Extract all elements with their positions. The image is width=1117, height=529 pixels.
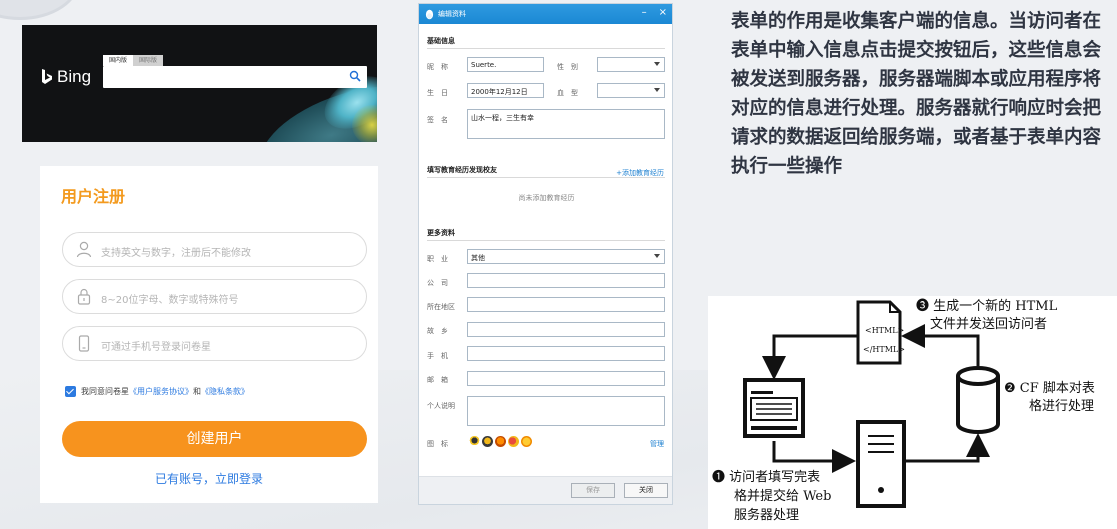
chevron-down-icon [654, 88, 660, 92]
nickname-label: 昵 称 [427, 63, 448, 71]
agree-checkbox[interactable] [65, 386, 76, 397]
username-field[interactable]: 支持英文与数字，注册后不能修改 [62, 232, 367, 267]
more-info-header: 更多资料 [427, 229, 455, 237]
tab-domestic[interactable]: 国内版 [103, 55, 134, 66]
form-processing-diagram: <HTML> </HTML> ❸ 生成一个新的 HTML 文件并发送回访问者 ❷… [708, 296, 1117, 529]
birthday-input[interactable]: 2000年12月12日 [467, 83, 544, 98]
gender-select[interactable] [597, 57, 665, 72]
birthday-label: 生 日 [427, 89, 448, 97]
game-emblem-icon[interactable] [508, 436, 519, 447]
signature-input[interactable]: 山水一程，三生有幸 [467, 109, 665, 139]
divider [427, 177, 665, 178]
bing-search-panel: Bing 国内版 国际版 [22, 25, 377, 142]
phone-icon [78, 335, 90, 352]
username-placeholder: 支持英文与数字，注册后不能修改 [101, 248, 251, 259]
lock-icon [77, 288, 91, 305]
phone-field[interactable]: 可通过手机号登录问卷星 [62, 326, 367, 361]
icons-label: 图 标 [427, 440, 448, 448]
terms-link[interactable]: 《用户服务协议》 [129, 386, 193, 397]
bing-logo-text: Bing [57, 67, 92, 86]
step1-label-line1: ❶ 访问者填写完表 [712, 470, 820, 485]
save-button[interactable]: 保存 [571, 483, 615, 498]
step2-label-line2: 格进行处理 [1029, 398, 1094, 414]
chevron-down-icon [654, 62, 660, 66]
penguin-emblem-icon[interactable] [469, 436, 480, 447]
bing-search-input[interactable] [103, 66, 367, 88]
job-label: 职 业 [427, 255, 448, 263]
minimize-button[interactable]: – [642, 7, 647, 18]
nickname-input[interactable]: Suerte. [467, 57, 544, 72]
login-link[interactable]: 已有账号，立即登录 [40, 470, 378, 487]
blood-type-select[interactable] [597, 83, 665, 98]
dialog-titlebar[interactable]: 编辑资料 – × [419, 4, 672, 24]
bio-label: 个人说明 [427, 402, 455, 410]
bing-logo[interactable]: Bing [40, 67, 91, 87]
form-description: 表单的作用是收集客户端的信息。当访问者在表单中输入信息点击提交按钮后，这些信息会… [731, 11, 1102, 177]
step3-label-line1: ❸ 生成一个新的 HTML [916, 298, 1058, 314]
step1-label-line3: 服务器处理 [734, 507, 799, 523]
basic-info-header: 基础信息 [427, 37, 455, 45]
chevron-down-icon [654, 254, 660, 258]
html-close-tag: </HTML> [863, 345, 905, 354]
password-placeholder: 8~20位字母、数字或特殊符号 [101, 295, 239, 306]
crown-emblem-icon[interactable] [482, 436, 493, 447]
emblem-list [469, 436, 532, 447]
tab-international[interactable]: 国际版 [133, 55, 164, 66]
browser-window-icon [743, 378, 805, 438]
job-select[interactable]: 其他 [467, 249, 665, 264]
user-icon [76, 241, 92, 258]
database-icon [956, 366, 1000, 434]
email-input[interactable] [467, 371, 665, 386]
agreement-row: 我同意问卷星 《用户服务协议》 和 《隐私条款》 [65, 386, 249, 397]
close-icon[interactable]: × [659, 7, 667, 18]
edit-profile-dialog: 编辑资料 – × 基础信息 昵 称 Suerte. 性 别 生 日 2000年1… [418, 3, 673, 505]
blood-type-label: 血 型 [557, 89, 578, 97]
divider [427, 48, 665, 49]
location-input[interactable] [467, 297, 665, 312]
company-label: 公 司 [427, 279, 448, 287]
html-document-icon: <HTML> </HTML> [856, 300, 905, 365]
step1-label-line2: 格并提交给 Web [734, 488, 831, 504]
email-label: 邮 箱 [427, 376, 448, 384]
server-icon [856, 420, 906, 508]
password-field[interactable]: 8~20位字母、数字或特殊符号 [62, 279, 367, 314]
step2-label-line1: ❷ CF 脚本对表 [1004, 380, 1095, 396]
mobile-label: 手 机 [427, 352, 448, 360]
qq-penguin-icon [425, 9, 434, 19]
step3-label-line2: 文件并发送回访问者 [930, 316, 1047, 332]
divider [427, 240, 665, 241]
page-title: 用户注册 [61, 187, 126, 206]
education-header: 填写教育经历发现校友 [427, 166, 497, 174]
agree-text: 我同意问卷星 [81, 387, 129, 396]
company-input[interactable] [467, 273, 665, 288]
registration-form: 用户注册 支持英文与数字，注册后不能修改 8~20位字母、数字或特殊符号 可通过… [40, 166, 378, 503]
diagram-canvas: <HTML> </HTML> ❸ 生成一个新的 HTML 文件并发送回访问者 ❷… [712, 298, 1095, 523]
create-user-button[interactable]: 创建用户 [62, 421, 367, 457]
dialog-footer: 保存 关闭 [419, 476, 672, 504]
hometown-label: 故 乡 [427, 327, 448, 335]
mobile-input[interactable] [467, 346, 665, 361]
close-button[interactable]: 关闭 [624, 483, 668, 498]
bing-b-icon [42, 69, 52, 84]
sun-emblem-icon[interactable] [521, 436, 532, 447]
orange-emblem-icon[interactable] [495, 436, 506, 447]
hometown-input[interactable] [467, 322, 665, 337]
background-decoration [0, 0, 80, 20]
bing-region-tabs: 国内版 国际版 [103, 55, 164, 66]
education-empty-text: 尚未添加教育经历 [518, 194, 575, 202]
phone-placeholder: 可通过手机号登录问卷星 [101, 342, 211, 353]
manage-icons-link[interactable]: 管理 [650, 439, 664, 449]
bio-input[interactable] [467, 396, 665, 426]
search-icon[interactable] [349, 70, 361, 82]
dialog-title: 编辑资料 [438, 10, 466, 18]
agree-and-text: 和 [193, 387, 201, 396]
job-value: 其他 [471, 254, 485, 262]
gender-label: 性 别 [557, 63, 578, 71]
location-label: 所在地区 [427, 303, 455, 311]
signature-label: 签 名 [427, 116, 448, 124]
privacy-link[interactable]: 《隐私条款》 [201, 386, 249, 397]
html-open-tag: <HTML> [865, 326, 904, 335]
